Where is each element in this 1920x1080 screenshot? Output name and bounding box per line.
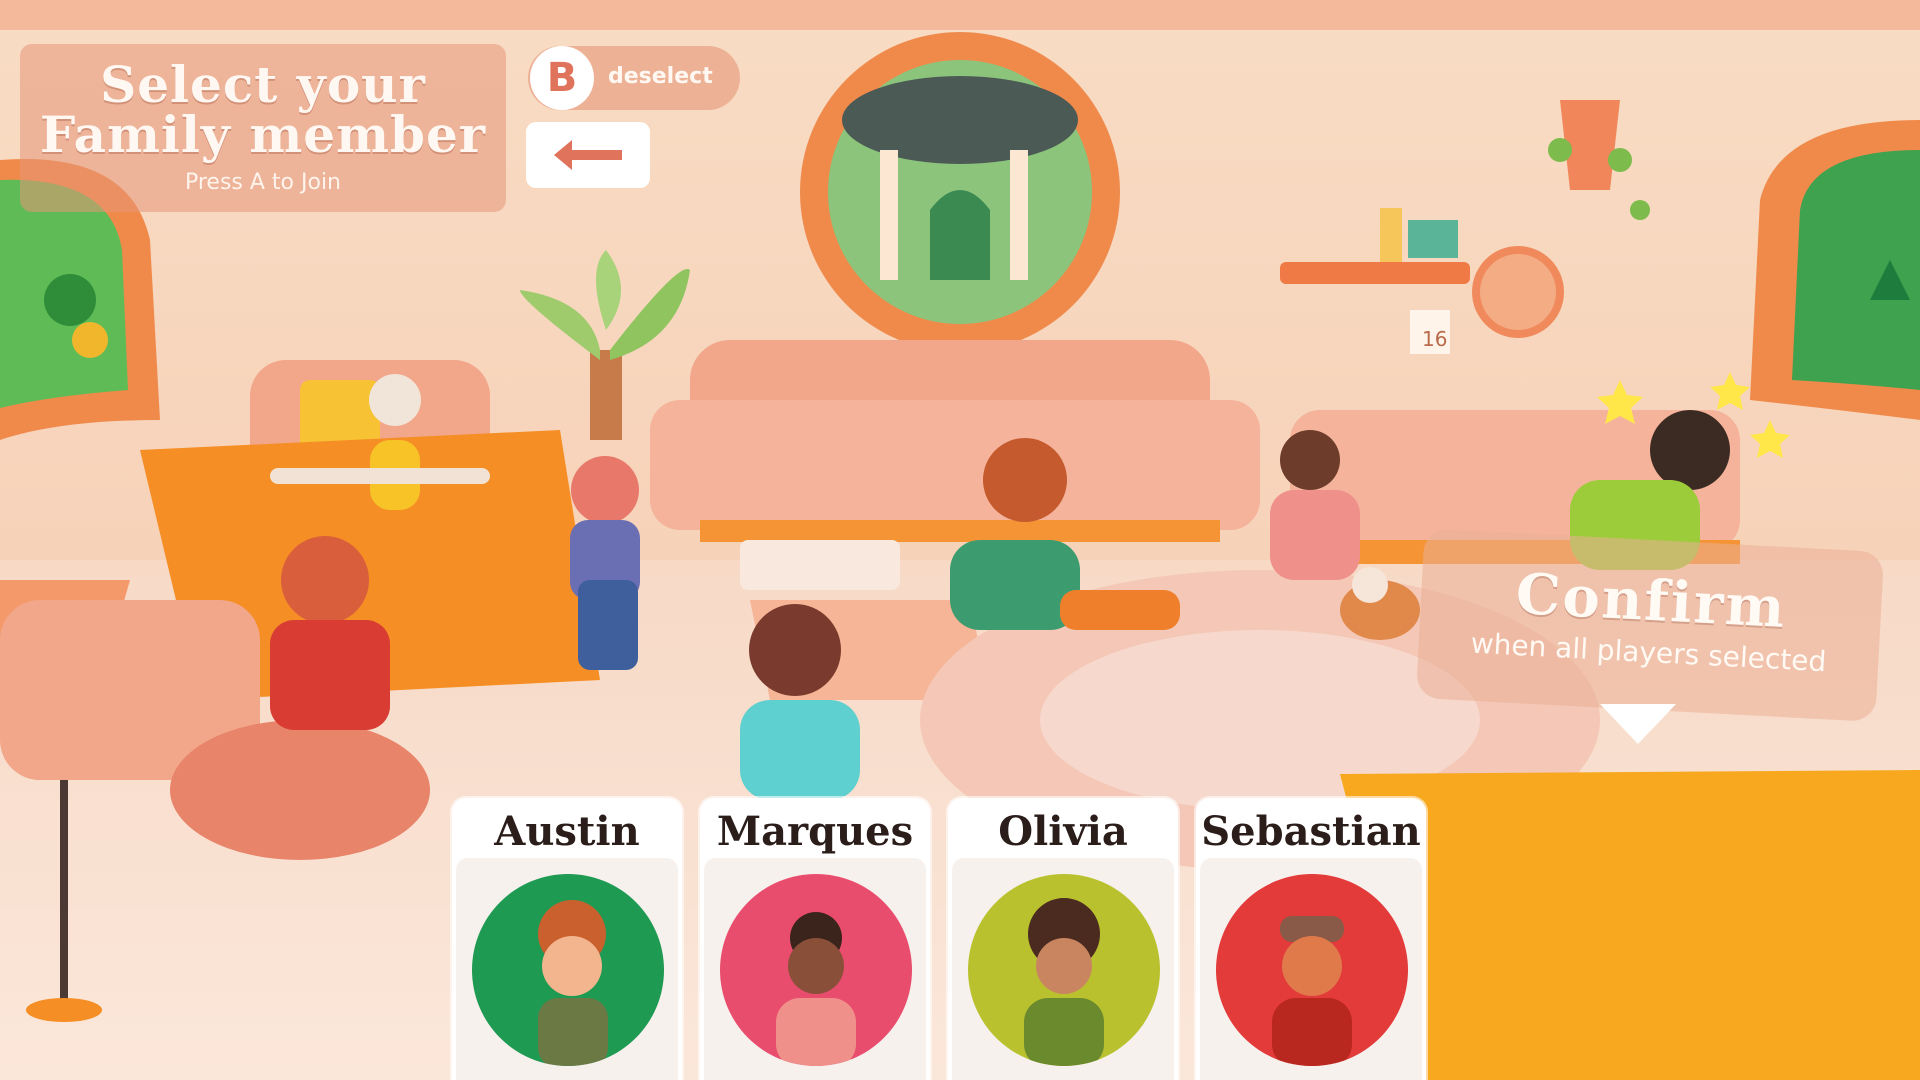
avatar-sebastian — [1272, 916, 1352, 1066]
character-name: Olivia — [998, 808, 1128, 855]
avatar-austin — [538, 900, 608, 1066]
confirm-panel[interactable]: Confirm when all players selected — [1415, 528, 1885, 722]
page-title-line-1: Select your — [100, 55, 426, 114]
character-portrait — [968, 874, 1160, 1066]
title-panel: Select your Family member Press A to Joi… — [20, 44, 506, 212]
character-select-cards: Austin Marques Olivia Sebastian — [452, 798, 1428, 1080]
avatar-olivia — [1024, 898, 1104, 1066]
left-arrow-icon — [554, 140, 622, 170]
character-card-austin[interactable]: Austin — [452, 798, 682, 1080]
character-name: Marques — [716, 808, 914, 855]
deselect-label: deselect — [608, 64, 713, 89]
page-title-line-2: Family member — [39, 105, 487, 164]
b-button-icon: B — [530, 46, 594, 110]
deselect-button[interactable]: B deselect — [528, 46, 740, 110]
back-button[interactable] — [526, 122, 650, 188]
join-hint: Press A to Join — [184, 170, 342, 195]
character-name: Sebastian — [1201, 808, 1421, 855]
character-girl-overalls — [570, 456, 640, 670]
down-triangle-icon — [1600, 704, 1676, 744]
character-portrait — [720, 874, 912, 1066]
character-name: Austin — [494, 808, 640, 855]
character-portrait — [472, 874, 664, 1066]
avatar-marques — [776, 912, 856, 1066]
character-card-marques[interactable]: Marques — [700, 798, 930, 1080]
character-card-sebastian[interactable]: Sebastian — [1196, 798, 1426, 1080]
calendar-day: 16 — [1422, 327, 1447, 351]
character-card-olivia[interactable]: Olivia — [948, 798, 1178, 1080]
character-portrait — [1216, 874, 1408, 1066]
